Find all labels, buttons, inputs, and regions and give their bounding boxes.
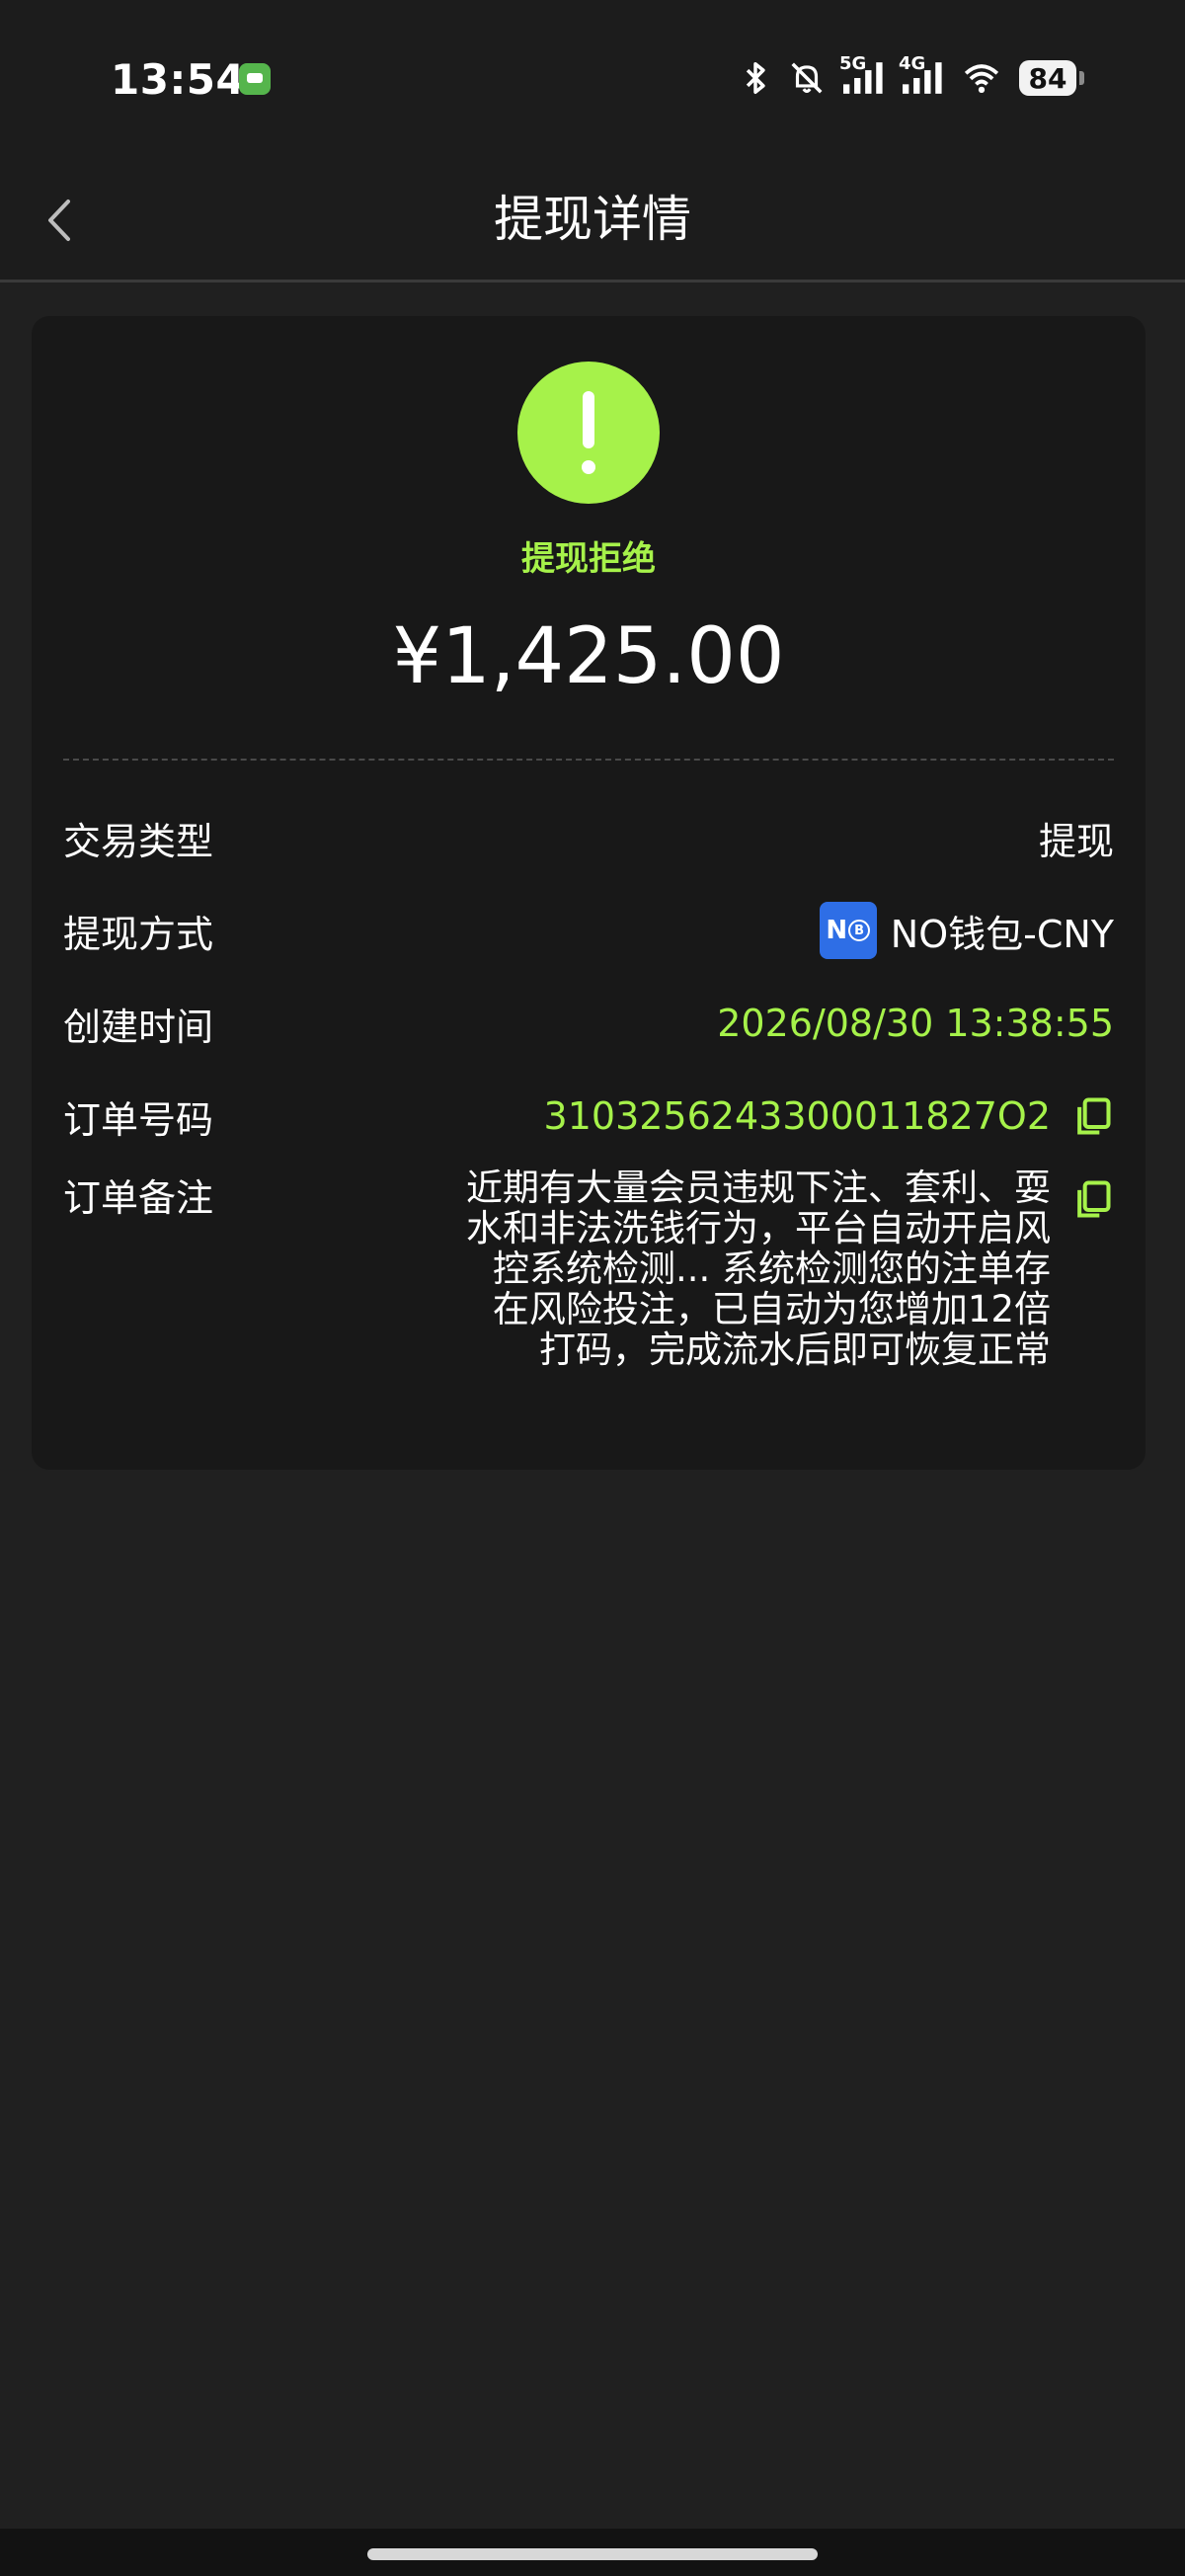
bluetooth-icon	[737, 59, 774, 97]
wallet-logo-icon: NB	[819, 902, 877, 959]
home-indicator	[0, 2529, 1185, 2576]
order-note-text: 近期有大量会员违规下注、套利、耍水和非法洗钱行为，平台自动开启风控系统检测...…	[466, 1167, 1051, 1371]
home-bar[interactable]	[367, 2548, 818, 2560]
wifi-icon	[958, 59, 1005, 97]
signal-4g-icon: 4G	[899, 53, 944, 97]
order-number-value: 3103256243300011827O2	[543, 1094, 1051, 1138]
order-number-wrap: 3103256243300011827O2	[544, 1094, 1114, 1138]
page-title: 提现详情	[494, 191, 691, 248]
row-label: 订单号码	[63, 1097, 214, 1142]
divider	[63, 759, 1114, 761]
detail-row-created-time: 创建时间 2026/08/30 13:38:55	[63, 994, 1114, 1053]
exclamation-icon	[517, 362, 660, 504]
battery-indicator: 84	[1019, 60, 1084, 96]
row-value-wallet: NB NO钱包-CNY	[819, 902, 1114, 959]
amount: ¥1,425.00	[392, 612, 785, 701]
status-bar: 13:54 5G 4G 84	[0, 0, 1185, 158]
status-icons: 5G 4G 84	[737, 53, 1084, 103]
copy-icon[interactable]	[1070, 1094, 1114, 1138]
row-label: 创建时间	[63, 1005, 214, 1049]
copy-icon[interactable]	[1070, 1177, 1114, 1221]
row-label: 提现方式	[63, 912, 214, 956]
bell-off-icon	[788, 59, 826, 97]
detail-row-order-number: 订单号码 3103256243300011827O2	[63, 1087, 1114, 1146]
created-time-value: 2026/08/30 13:38:55	[717, 1002, 1114, 1045]
header: 提现详情	[0, 158, 1185, 282]
detail-row-withdraw-method: 提现方式 NB NO钱包-CNY	[63, 901, 1114, 960]
detail-row-order-note: 订单备注 近期有大量会员违规下注、套利、耍水和非法洗钱行为，平台自动开启风控系统…	[63, 1167, 1114, 1424]
app-notification-icon	[239, 63, 271, 95]
row-label: 交易类型	[63, 819, 214, 863]
withdrawal-detail-card: 提现拒绝 ¥1,425.00 交易类型 提现 提现方式 NB NO钱包-CNY …	[32, 316, 1146, 1470]
status-time: 13:54	[111, 55, 246, 104]
signal-5g-icon: 5G	[839, 53, 885, 97]
row-label: 订单备注	[63, 1176, 214, 1220]
detail-row-transaction-type: 交易类型 提现	[63, 808, 1114, 867]
status-text: 提现拒绝	[521, 539, 656, 579]
wallet-name: NO钱包-CNY	[890, 912, 1114, 956]
row-value: 提现	[1038, 819, 1114, 863]
